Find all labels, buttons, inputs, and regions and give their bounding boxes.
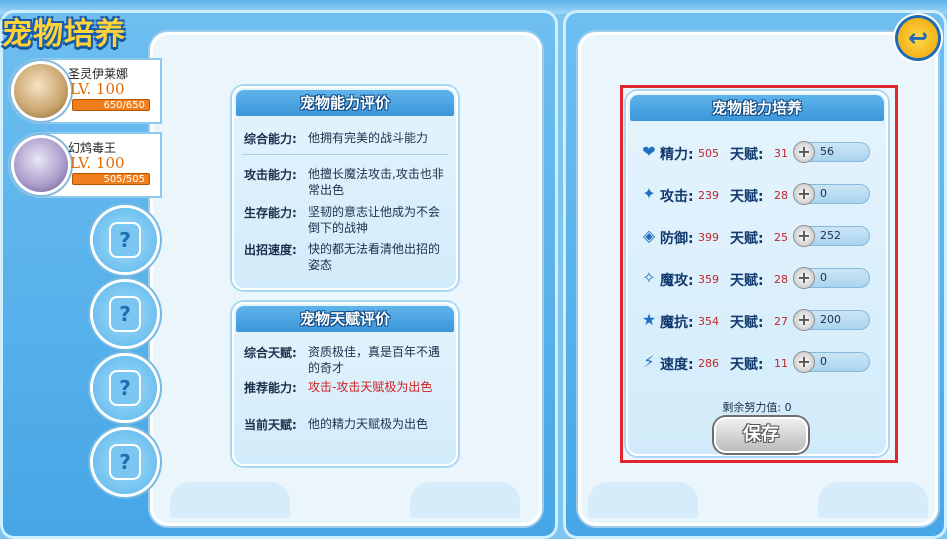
talent-eval-panel: 宠物天赋评价 综合天赋: 资质极佳，真是百年不遇的奇才 推荐能力: 攻击-攻击天… — [232, 302, 458, 466]
eval-value: 坚韧的意志让他成为不会倒下的战神 — [308, 205, 441, 235]
eval-value: 攻击-攻击天赋极为出色 — [308, 380, 433, 394]
highlight-box — [620, 85, 898, 463]
pet-avatar — [14, 64, 68, 118]
eval-label: 出招速度: — [244, 243, 297, 257]
question-mark-icon: ? — [111, 372, 139, 404]
page-title: 宠物培养 — [2, 17, 126, 52]
eval-value: 他拥有完美的战斗能力 — [308, 131, 429, 145]
pet-hp-bar: 650/650 — [72, 99, 150, 111]
empty-pet-slot[interactable]: ? — [93, 208, 157, 272]
pet-level: LV. 100 — [70, 80, 125, 98]
cloud-decoration — [818, 482, 928, 518]
ability-eval-panel: 宠物能力评价 综合能力: 他拥有完美的战斗能力 攻击能力: 他擅长魔法攻击,攻击… — [232, 86, 458, 290]
cloud-decoration — [410, 482, 520, 518]
back-arrow-icon[interactable]: ↩ — [898, 18, 938, 58]
divider — [242, 154, 448, 155]
eval-value: 快的都无法看清他出招的姿态 — [308, 242, 441, 272]
eval-label: 生存能力: — [244, 206, 297, 220]
cloud-decoration — [170, 482, 290, 518]
eval-label: 推荐能力: — [244, 381, 297, 395]
eval-label: 当前天赋: — [244, 418, 297, 432]
ability-eval-title: 宠物能力评价 — [236, 90, 454, 116]
pet-card[interactable]: 幻鸩毒王 LV. 100 505/505 — [10, 134, 160, 196]
eval-value: 资质极佳，真是百年不遇的奇才 — [308, 345, 441, 375]
eval-value: 他擅长魔法攻击,攻击也非常出色 — [308, 167, 444, 197]
eval-label: 综合能力: — [244, 132, 297, 146]
talent-eval-title: 宠物天赋评价 — [236, 306, 454, 332]
pet-hp-bar: 505/505 — [72, 173, 150, 185]
eval-label: 综合天赋: — [244, 346, 297, 360]
question-mark-icon: ? — [111, 298, 139, 330]
question-mark-icon: ? — [111, 446, 139, 478]
pet-avatar — [14, 138, 68, 192]
eval-value: 他的精力天赋极为出色 — [308, 417, 429, 431]
pet-card[interactable]: 圣灵伊莱娜 LV. 100 650/650 — [10, 60, 160, 122]
cloud-decoration — [588, 482, 698, 518]
question-mark-icon: ? — [111, 224, 139, 256]
empty-pet-slot[interactable]: ? — [93, 282, 157, 346]
pet-level: LV. 100 — [70, 154, 125, 172]
empty-pet-slot[interactable]: ? — [93, 430, 157, 494]
empty-pet-slot[interactable]: ? — [93, 356, 157, 420]
eval-label: 攻击能力: — [244, 168, 297, 182]
